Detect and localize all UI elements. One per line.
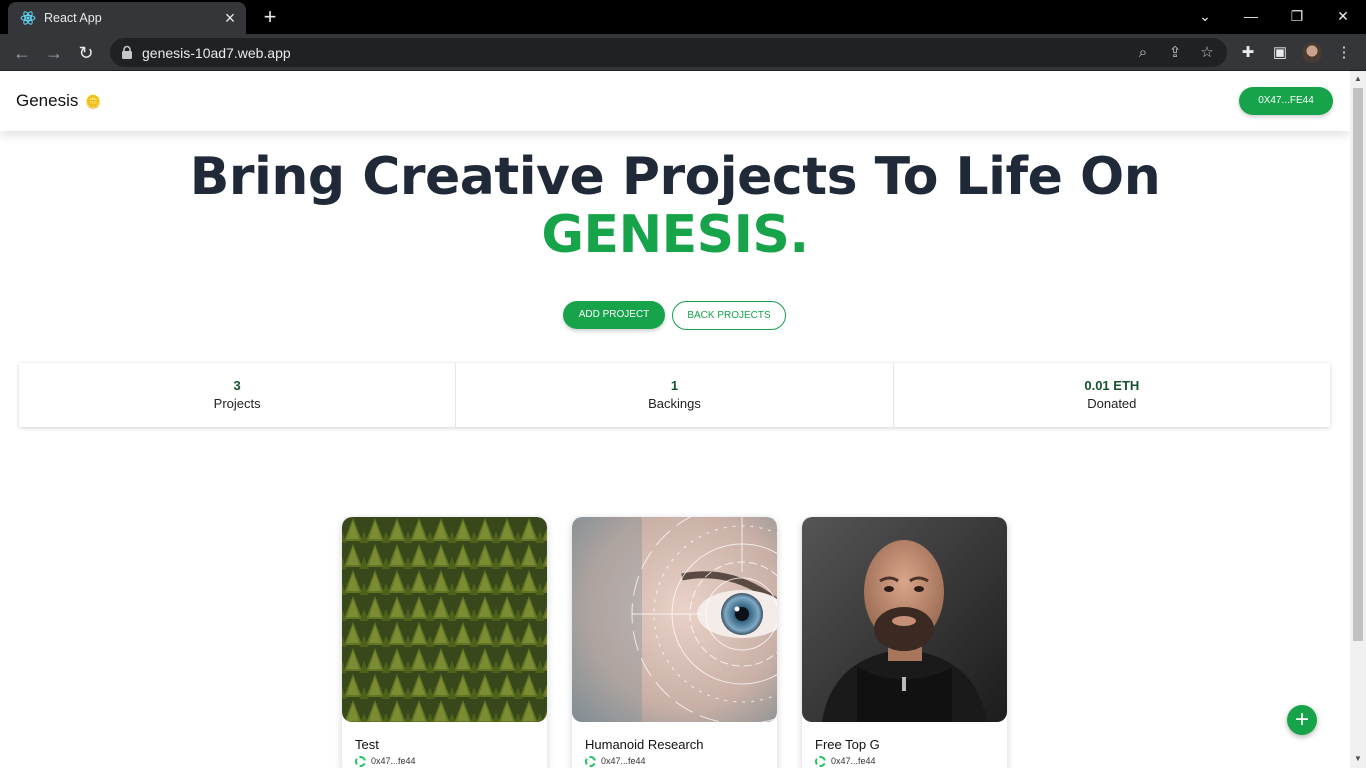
restore-icon[interactable]: ❐ [1274,0,1320,34]
hero-heading-accent: GENESIS. [541,205,809,265]
stat-value: 0.01 ETH [1084,378,1140,393]
zoom-icon[interactable]: ⌕ [1134,44,1152,62]
page-viewport: Genesis 🪙 0X47...FE44 Bring Creative Pro… [0,71,1350,768]
project-owner: 0x47...fe44 [815,756,876,768]
extensions-puzzle-icon[interactable]: ✚ [1238,43,1258,63]
lock-icon [122,45,132,59]
profile-avatar[interactable] [1302,43,1322,63]
project-card[interactable]: Test 0x47...fe44 [342,517,547,768]
project-title: Humanoid Research [585,737,704,752]
browser-menu-icon[interactable]: ⋮ [1334,43,1354,63]
scrollbar-thumb[interactable] [1353,88,1363,641]
owner-address: 0x47...fe44 [831,756,876,766]
identicon-icon [355,756,366,768]
add-project-button[interactable]: ADD PROJECT [563,301,665,329]
stat-projects: 3 Projects [19,363,457,427]
tab-title: React App [44,11,102,25]
project-card[interactable]: Humanoid Research 0x47...fe44 [572,517,777,768]
side-panel-icon[interactable]: ▣ [1270,43,1290,63]
bookmark-star-icon[interactable]: ☆ [1198,44,1216,62]
identicon-icon [585,756,596,768]
add-project-fab-plus-icon[interactable]: + [1287,705,1317,735]
project-owner: 0x47...fe44 [585,756,646,768]
browser-tab[interactable]: React App × [8,2,246,34]
project-title: Test [355,737,379,752]
address-bar[interactable]: genesis-10ad7.web.app ⌕ ⇪ ☆ [110,38,1227,67]
new-tab-icon[interactable]: + [257,5,283,29]
stat-value: 3 [233,378,241,393]
browser-tab-strip: React App × + ⌄ — ❐ ✕ [0,0,1366,34]
project-image-forest[interactable] [342,517,547,722]
scroll-up-icon[interactable]: ▲ [1354,75,1362,83]
stat-label: Donated [1087,396,1137,411]
project-card[interactable]: Free Top G 0x47...fe44 [802,517,1007,768]
coin-stack-icon: 🪙 [85,94,102,109]
stats-panel: 3 Projects 1 Backings 0.01 ETH Donated [19,363,1330,427]
site-logo[interactable]: Genesis 🪙 [16,91,101,111]
scroll-down-icon[interactable]: ▼ [1354,755,1362,763]
project-title: Free Top G [815,737,880,752]
window-close-icon[interactable]: ✕ [1320,0,1366,34]
owner-address: 0x47...fe44 [601,756,646,766]
identicon-icon [815,756,826,768]
tab-close-icon[interactable]: × [220,8,240,28]
wallet-address-button[interactable]: 0X47...FE44 [1239,87,1333,115]
stat-value: 1 [670,378,679,393]
share-icon[interactable]: ⇪ [1166,44,1184,62]
minimize-icon[interactable]: — [1228,0,1274,34]
stat-label: Projects [213,396,261,411]
react-logo-icon [20,11,36,25]
reload-icon[interactable]: ↻ [73,40,99,66]
stat-donated: 0.01 ETH Donated [894,363,1330,427]
url-text: genesis-10ad7.web.app [142,45,291,61]
tab-search-icon[interactable]: ⌄ [1182,0,1228,34]
project-owner: 0x47...fe44 [355,756,416,768]
stat-label: Backings [648,396,701,411]
back-projects-button[interactable]: BACK PROJECTS [672,301,786,330]
project-image-portrait[interactable] [802,517,1007,722]
brand-name: Genesis [16,91,79,110]
back-arrow-icon[interactable]: ← [9,40,35,66]
stat-backings: 1 Backings [456,363,894,427]
site-header: Genesis 🪙 0X47...FE44 [0,71,1350,131]
page-scrollbar[interactable]: ▲ ▼ [1350,71,1366,768]
forward-arrow-icon[interactable]: → [41,40,67,66]
hero-heading: Bring Creative Projects To Life On [189,147,1161,207]
owner-address: 0x47...fe44 [371,756,416,766]
browser-toolbar: ← → ↻ genesis-10ad7.web.app ⌕ ⇪ ☆ ✚ ▣ ⋮ [0,34,1366,71]
project-image-eye[interactable] [572,517,777,722]
